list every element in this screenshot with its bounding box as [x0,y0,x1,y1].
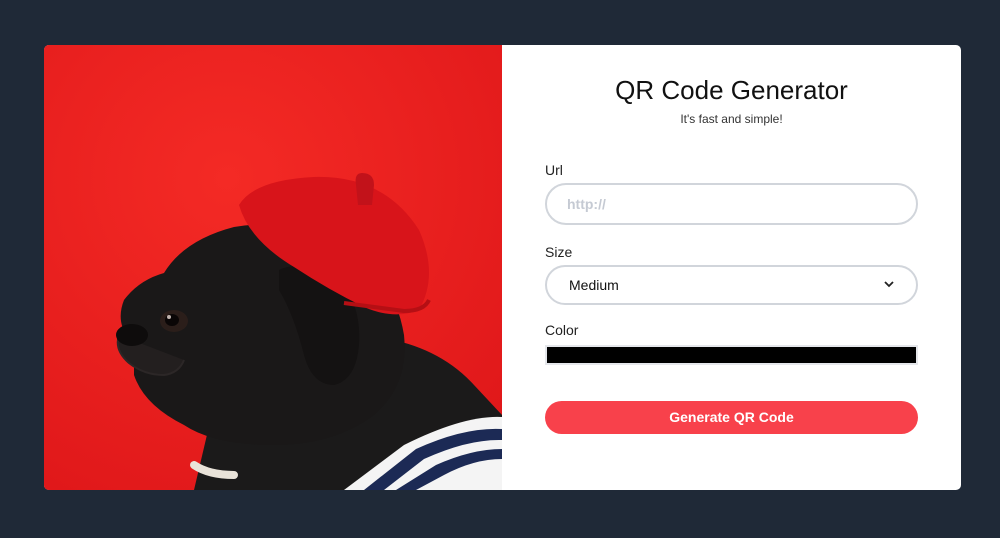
url-label: Url [545,162,563,178]
size-selected-value: Medium [569,277,619,293]
generate-qr-button[interactable]: Generate QR Code [545,401,918,434]
chevron-down-icon [884,280,894,291]
pug-illustration [44,45,502,490]
qr-generator-card: QR Code Generator It's fast and simple! … [44,45,961,490]
color-picker[interactable] [545,345,918,365]
page-title: QR Code Generator [615,75,848,105]
color-label: Color [545,322,579,338]
size-label: Size [545,244,573,260]
size-select[interactable]: Medium [545,265,918,305]
url-input[interactable] [545,183,918,225]
form-panel: QR Code Generator It's fast and simple! … [502,45,961,490]
page-subtitle: It's fast and simple! [680,112,783,126]
pug-photo [44,45,502,490]
